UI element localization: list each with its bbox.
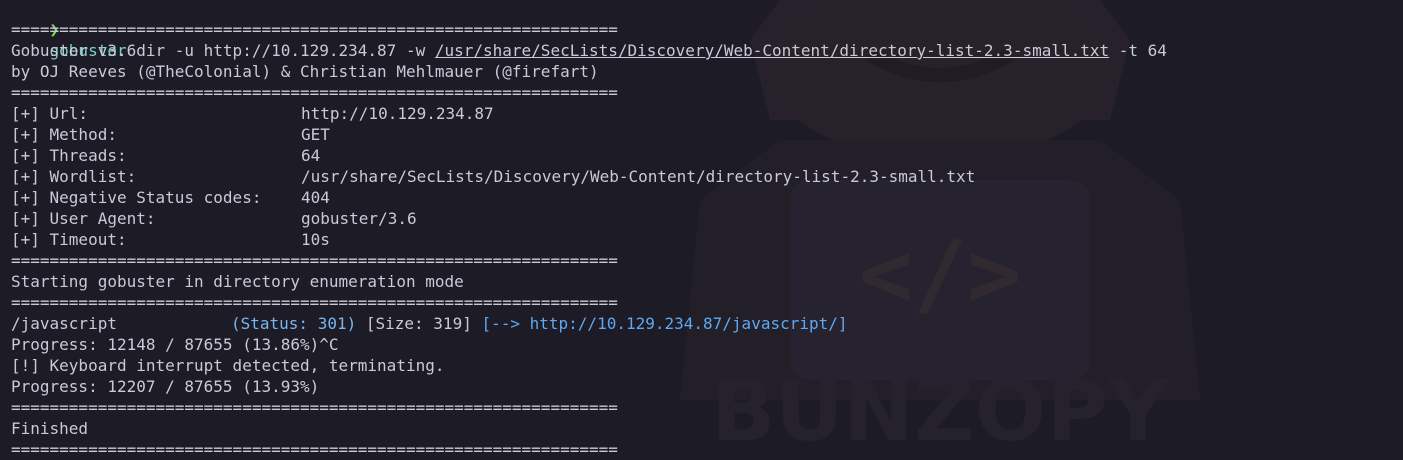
config-row-method: [+] Method: GET xyxy=(11,124,1403,145)
result-status: (Status: 301) xyxy=(231,314,357,333)
config-row-wordlist: [+] Wordlist: /usr/share/SecLists/Discove… xyxy=(11,166,1403,187)
config-key: [+] Timeout: xyxy=(11,230,127,249)
result-redirect-link[interactable]: [--> http://10.129.234.87/javascript/] xyxy=(481,314,847,333)
config-value: gobuster/3.6 xyxy=(301,209,417,228)
command-line: ❯ gobuster dir -u http://10.129.234.87 -… xyxy=(11,0,1403,60)
command-args-tail: -t 64 xyxy=(1109,41,1167,60)
mode-message: Starting gobuster in directory enumerati… xyxy=(11,272,464,291)
separator-line: ========================================… xyxy=(11,20,618,39)
separator-line: ========================================… xyxy=(11,83,618,102)
progress-line: Progress: 12148 / 87655 (13.86%)^C xyxy=(11,335,339,354)
config-value: 404 xyxy=(301,188,330,207)
banner-authors: by OJ Reeves (@TheColonial) & Christian … xyxy=(11,62,599,81)
separator-line: ========================================… xyxy=(11,251,618,270)
config-value: /usr/share/SecLists/Discovery/Web-Conten… xyxy=(301,167,976,186)
separator-line: ========================================… xyxy=(11,398,618,417)
config-key: [+] Wordlist: xyxy=(11,167,137,186)
config-value: GET xyxy=(301,125,330,144)
progress-line: Progress: 12207 / 87655 (13.93%) xyxy=(11,377,320,396)
separator-line: ========================================… xyxy=(11,293,618,312)
config-value: 64 xyxy=(301,146,321,165)
config-row-url: [+] Url: http://10.129.234.87 xyxy=(11,103,1403,124)
config-row-user-agent: [+] User Agent: gobuster/3.6 xyxy=(11,208,1403,229)
config-row-timeout: [+] Timeout: 10s xyxy=(11,229,1403,250)
config-key: [+] User Agent: xyxy=(11,209,156,228)
result-row: /javascript (Status: 301) [Size: 319] [--… xyxy=(11,313,1403,334)
interrupt-message: [!] Keyboard interrupt detected, termina… xyxy=(11,356,445,375)
config-value: 10s xyxy=(301,230,330,249)
config-row-negative-status: [+] Negative Status codes: 404 xyxy=(11,187,1403,208)
config-row-threads: [+] Threads: 64 xyxy=(11,145,1403,166)
config-key: [+] Threads: xyxy=(11,146,127,165)
result-path: /javascript xyxy=(11,314,117,333)
command-args: dir -u http://10.129.234.87 -w xyxy=(126,41,435,60)
finished-message: Finished xyxy=(11,419,89,438)
wordlist-path-link[interactable]: /usr/share/SecLists/Discovery/Web-Conten… xyxy=(435,41,1109,60)
separator-line: ========================================… xyxy=(11,440,618,459)
config-value: http://10.129.234.87 xyxy=(301,104,494,123)
result-size: [Size: 319] xyxy=(356,314,482,333)
terminal-output[interactable]: ❯ gobuster dir -u http://10.129.234.87 -… xyxy=(11,0,1403,460)
config-key: [+] Url: xyxy=(11,104,89,123)
config-key: [+] Negative Status codes: xyxy=(11,188,262,207)
config-key: [+] Method: xyxy=(11,125,117,144)
